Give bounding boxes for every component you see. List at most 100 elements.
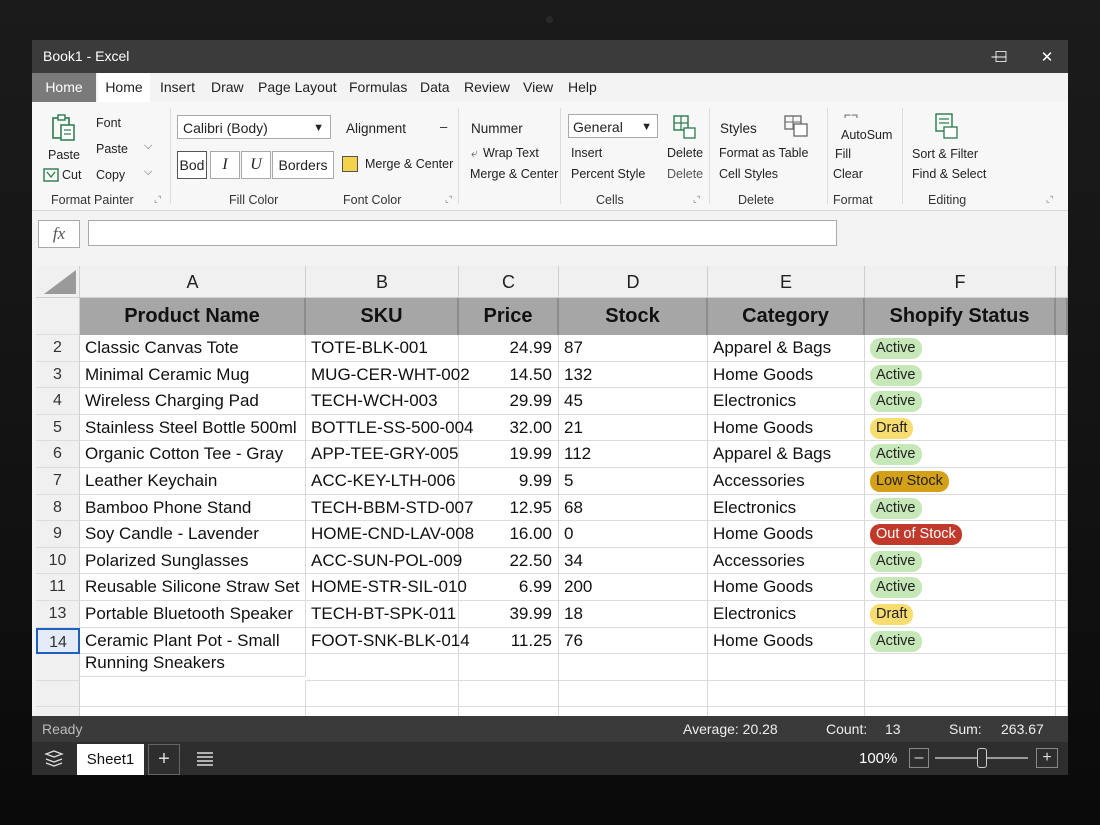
fill-color-swatch-icon[interactable] (342, 156, 358, 172)
row-header[interactable]: 11 (36, 574, 80, 601)
cell-stock[interactable]: 0 (559, 521, 708, 548)
cell-sku[interactable]: MUG-CER-WHT-002 (306, 361, 470, 389)
cell-status[interactable]: Low Stock (865, 468, 1056, 495)
cell-category[interactable]: Home Goods (708, 627, 865, 655)
row-header[interactable]: 7 (36, 468, 80, 495)
empty-cell[interactable] (1056, 335, 1068, 362)
row-header[interactable]: 3 (36, 361, 80, 389)
cell-product-name[interactable]: Soy Candle - Lavender (80, 521, 306, 548)
dialog-launcher-icon[interactable]: ⌞⌝ (445, 195, 453, 204)
cell-product-name[interactable]: Wireless Charging Pad (80, 388, 306, 415)
overflow-text-cell[interactable]: Running Sneakers (80, 650, 306, 677)
paste-dropdown[interactable]: Paste (96, 142, 128, 156)
column-header-e[interactable]: E (708, 266, 865, 298)
cell-stock[interactable]: 5 (559, 468, 708, 495)
empty-cell[interactable] (559, 680, 708, 708)
cell-status[interactable]: Active (865, 574, 1056, 601)
cell-stock[interactable]: 18 (559, 601, 708, 628)
insert-button[interactable]: Insert (571, 146, 602, 160)
cell-status[interactable]: Active (865, 547, 1056, 575)
alignment-label[interactable]: Alignment (346, 121, 406, 136)
sum-value[interactable]: 263.67 (1001, 721, 1044, 737)
cell-status[interactable]: Active (865, 388, 1056, 415)
table-header-category[interactable]: Category (708, 298, 865, 335)
cell-stock[interactable]: 112 (559, 441, 708, 468)
cut-button[interactable]: Cut (62, 168, 81, 182)
empty-cell[interactable] (708, 707, 865, 716)
font-label[interactable]: Font (96, 116, 121, 130)
empty-cell[interactable] (459, 680, 559, 708)
cell-price[interactable]: 39.99 (459, 601, 559, 628)
cell-stock[interactable]: 34 (559, 547, 708, 575)
table-header-price[interactable]: Price (459, 298, 559, 335)
cell-sku[interactable]: TECH-WCH-003 (306, 388, 459, 415)
cell-product-name[interactable]: Polarized Sunglasses (80, 547, 306, 575)
empty-cell[interactable] (306, 680, 459, 708)
empty-cell[interactable] (559, 654, 708, 681)
delete-button[interactable]: Delete (667, 146, 703, 160)
cell-price[interactable]: 16.00 (459, 521, 559, 548)
zoom-slider-thumb[interactable] (976, 748, 987, 768)
empty-cell[interactable] (1056, 361, 1068, 389)
cell-stock[interactable]: 200 (559, 574, 708, 601)
cell-product-name[interactable]: Organic Cotton Tee - Gray (80, 441, 306, 468)
cell-price[interactable]: 24.99 (459, 335, 559, 362)
cell-category[interactable]: Apparel & Bags (708, 335, 865, 362)
formula-input[interactable] (88, 220, 837, 246)
cell-category[interactable]: Home Goods (708, 574, 865, 601)
column-header-c[interactable]: C (459, 266, 559, 298)
empty-cell[interactable] (1056, 627, 1068, 655)
column-header-b[interactable]: B (306, 266, 459, 298)
dialog-launcher-icon[interactable]: ⌞⌝ (693, 195, 701, 204)
merge-center-button[interactable]: Merge & Center (365, 157, 453, 171)
select-all-button[interactable] (36, 266, 80, 298)
cell-product-name[interactable]: Leather Keychain (80, 468, 306, 495)
tab-review[interactable]: Review (464, 73, 510, 102)
fx-button[interactable]: fx (38, 220, 80, 248)
cell-category[interactable]: Home Goods (708, 361, 865, 389)
empty-cell[interactable] (865, 707, 1056, 716)
percent-style-button[interactable]: Percent Style (571, 167, 645, 181)
maximize-button[interactable]: ☐ (978, 40, 1024, 73)
cell-sku[interactable]: ACC-KEY-LTH-006 (306, 468, 459, 495)
empty-cell[interactable] (459, 707, 559, 716)
cell-stock[interactable]: 45 (559, 388, 708, 415)
row-header[interactable]: 2 (36, 335, 80, 362)
delete-button-2[interactable]: Delete (667, 167, 703, 181)
styles-button[interactable]: Styles (720, 121, 757, 136)
empty-cell[interactable] (1056, 468, 1068, 495)
empty-cell[interactable] (459, 654, 559, 681)
cell-product-name[interactable]: Reusable Silicone Straw Set (80, 574, 306, 601)
sort-filter-button[interactable]: Sort & Filter (912, 147, 978, 161)
table-header-extra[interactable] (1056, 298, 1068, 335)
cell-product-name[interactable]: Portable Bluetooth Speaker (80, 601, 306, 628)
cell-sku[interactable]: FOOT-SNK-BLK-014 (306, 627, 470, 655)
row-header[interactable] (36, 707, 80, 716)
cell-price[interactable]: 11.25 (459, 627, 559, 655)
empty-cell[interactable] (306, 707, 459, 716)
empty-cell[interactable] (1056, 494, 1068, 522)
number-format-dropdown[interactable]: General ▼ (568, 114, 658, 138)
empty-cell[interactable] (1056, 441, 1068, 468)
cell-sku[interactable]: TOTE-BLK-001 (306, 335, 459, 362)
cell-price[interactable]: 19.99 (459, 441, 559, 468)
cell-stock[interactable]: 132 (559, 361, 708, 389)
cell-category[interactable]: Electronics (708, 388, 865, 415)
fill-button[interactable]: Fill (835, 147, 851, 161)
cell-sku[interactable]: TECH-BBM-STD-007 (306, 494, 473, 522)
cell-category[interactable]: Accessories (708, 468, 865, 495)
bold-button[interactable]: Bod (177, 151, 207, 179)
cell-price[interactable]: 14.50 (459, 361, 559, 389)
empty-cell[interactable] (1056, 414, 1068, 442)
row-header[interactable] (36, 654, 80, 681)
column-header-f[interactable]: F (865, 266, 1056, 298)
table-header-shopify-status[interactable]: Shopify Status (865, 298, 1056, 335)
tab-draw[interactable]: Draw (211, 73, 244, 102)
empty-cell[interactable] (1056, 680, 1068, 708)
empty-cell[interactable] (708, 654, 865, 681)
cell-price[interactable]: 29.99 (459, 388, 559, 415)
zoom-out-button[interactable]: – (909, 748, 929, 768)
cell-price[interactable]: 32.00 (459, 414, 559, 442)
cell-status[interactable]: Active (865, 441, 1056, 468)
font-name-dropdown[interactable]: Calibri (Body) ▼ (177, 115, 331, 139)
